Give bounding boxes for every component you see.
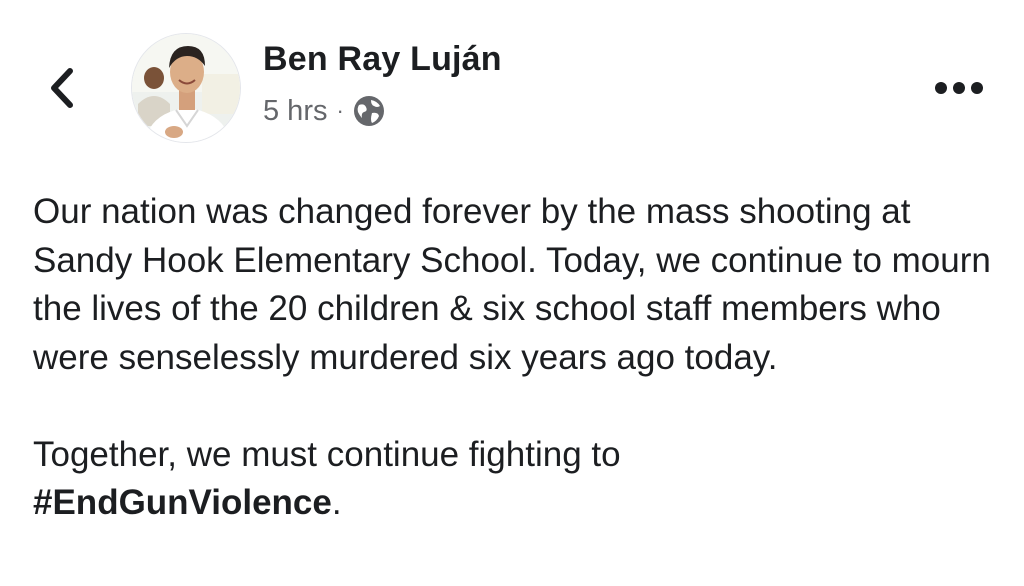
trailing-punctuation: .: [331, 483, 342, 522]
post-paragraph-1: Our nation was changed forever by the ma…: [33, 192, 991, 377]
post-body: Our nation was changed forever by the ma…: [33, 188, 1008, 528]
post-paragraph-2: Together, we must continue fighting to #E…: [33, 431, 1008, 528]
post-paragraph-2-text: Together, we must continue fighting to: [33, 434, 621, 474]
more-options-icon: [935, 82, 983, 94]
back-button[interactable]: [38, 62, 86, 114]
timestamp[interactable]: 5 hrs: [263, 95, 327, 128]
avatar[interactable]: [131, 33, 241, 143]
meta-separator: ·: [336, 98, 344, 123]
author-name[interactable]: Ben Ray Luján: [263, 40, 502, 79]
post-page: Ben Ray Luján 5 hrs · Our nation was cha…: [0, 0, 1024, 586]
more-options-button[interactable]: [930, 70, 988, 106]
post-meta: 5 hrs ·: [263, 92, 386, 130]
chevron-left-icon: [51, 68, 73, 108]
globe-icon[interactable]: [352, 94, 386, 128]
hashtag-link[interactable]: #EndGunViolence: [33, 483, 332, 522]
